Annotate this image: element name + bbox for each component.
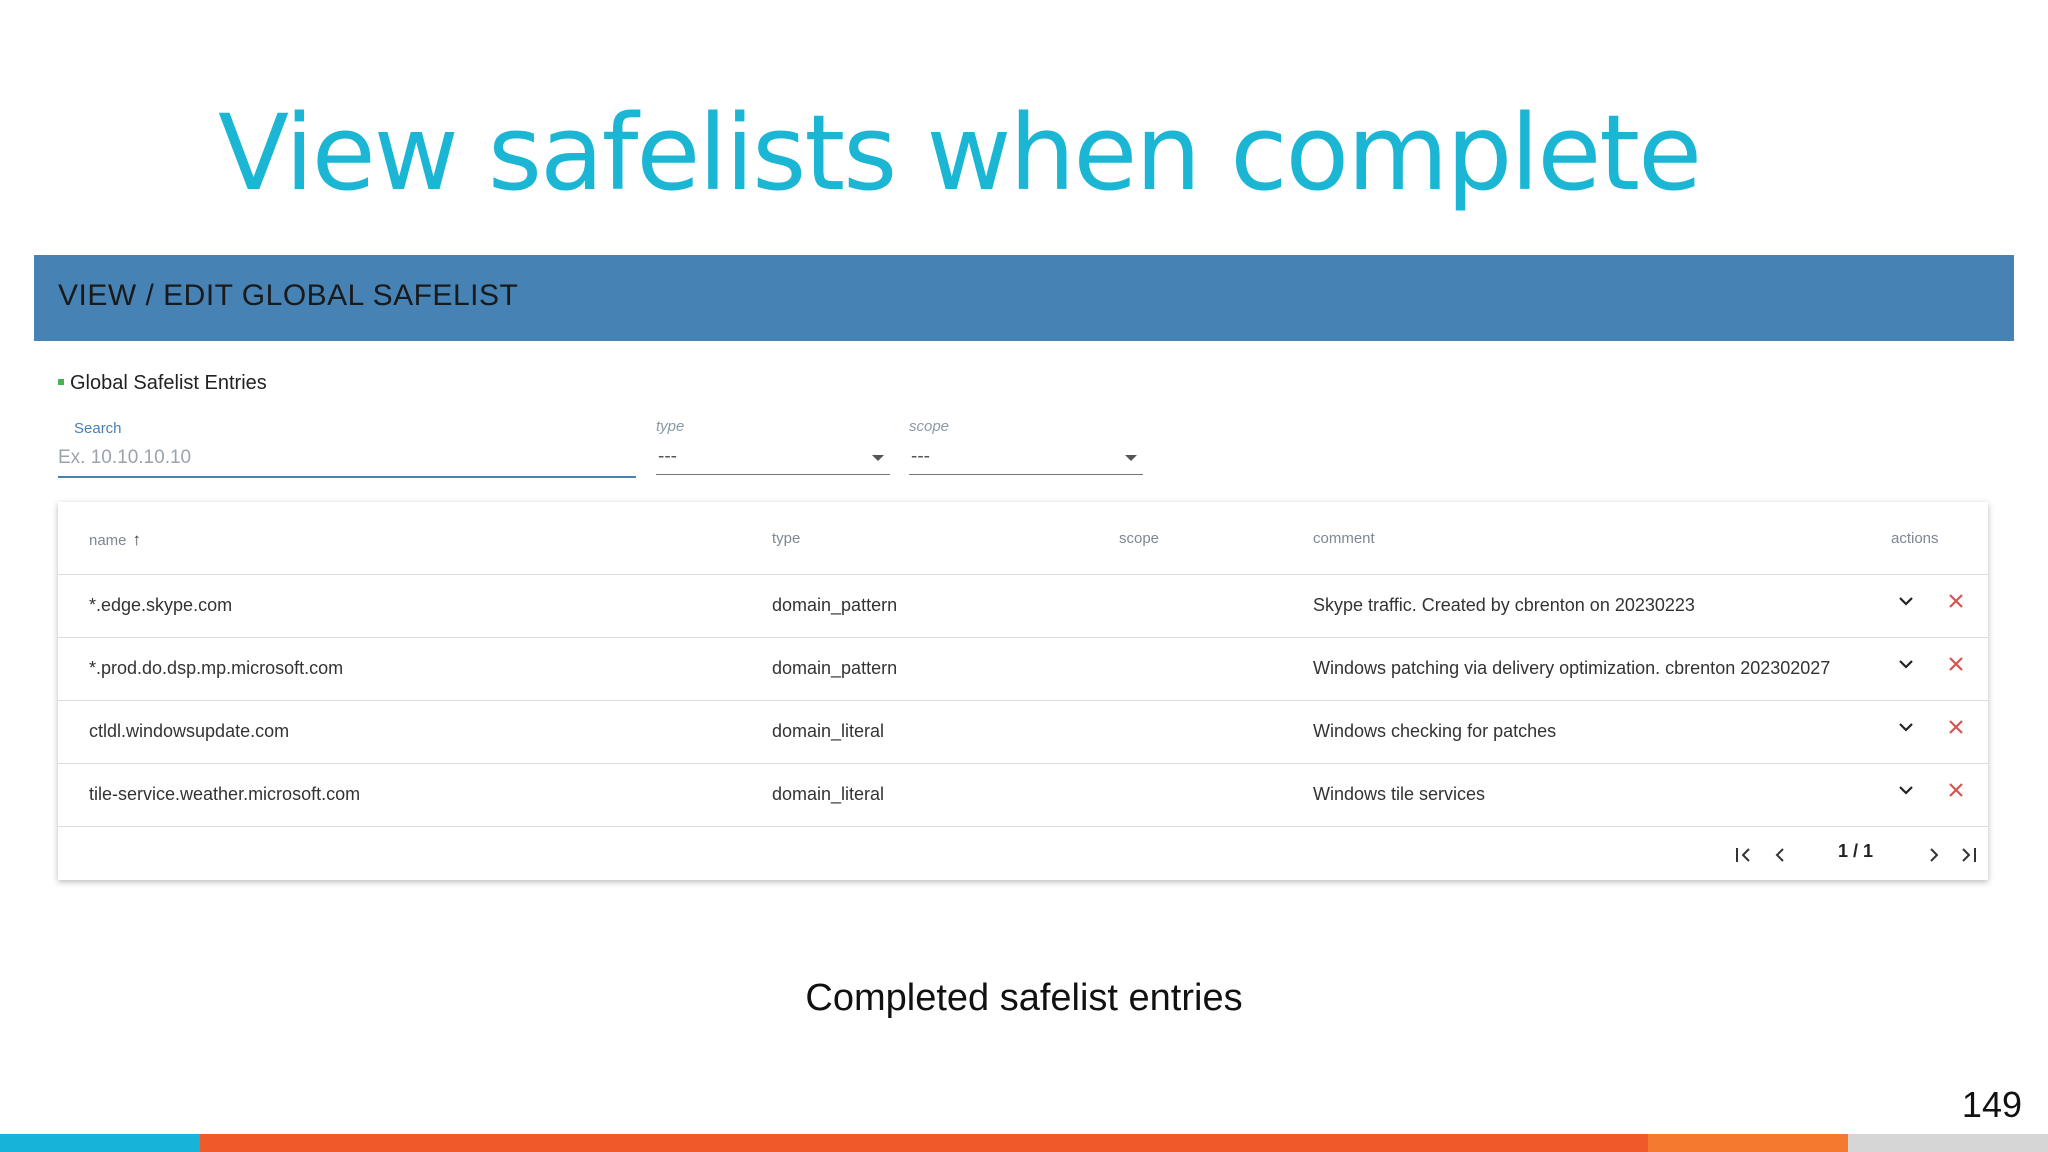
previous-page-icon[interactable]	[1768, 843, 1792, 867]
search-label: Search	[74, 420, 122, 437]
type-filter-label: type	[656, 418, 685, 435]
column-header-actions: actions	[1891, 530, 1939, 547]
row-type: domain_pattern	[772, 658, 898, 678]
footer-bar-gray	[1848, 1134, 2048, 1152]
safelist-table: name ↑ type scope comment actions *.edge.…	[58, 502, 1988, 880]
first-page-icon[interactable]	[1732, 843, 1756, 867]
panel-header: VIEW / EDIT GLOBAL SAFELIST	[34, 255, 2014, 341]
row-name: *.prod.do.dsp.mp.microsoft.com	[89, 658, 344, 678]
next-page-icon[interactable]	[1922, 843, 1946, 867]
slide-caption: Completed safelist entries	[805, 977, 1243, 1019]
bullet-icon	[58, 378, 64, 385]
expand-chevron-icon[interactable]	[1896, 780, 1920, 804]
column-header-scope[interactable]: scope	[1119, 530, 1159, 547]
row-type: domain_literal	[772, 721, 885, 741]
row-type: domain_pattern	[772, 595, 898, 615]
scope-filter-value: ---	[911, 446, 930, 467]
row-type: domain_literal	[772, 784, 885, 804]
scope-filter-select[interactable]: ---	[909, 440, 1143, 475]
table-row: *.prod.do.dsp.mp.microsoft.com domain_pa…	[58, 637, 1988, 701]
column-header-name-label: name	[89, 532, 127, 549]
pagination-indicator: 1 / 1	[1838, 841, 1874, 861]
footer-bar-orange-light	[1648, 1134, 1848, 1152]
expand-chevron-icon[interactable]	[1896, 591, 1920, 615]
sort-ascending-icon[interactable]: ↑	[133, 530, 142, 549]
row-name: *.edge.skype.com	[89, 595, 233, 615]
delete-x-icon[interactable]	[1944, 778, 1968, 802]
caret-down-icon	[1125, 455, 1137, 461]
table-row: tile-service.weather.microsoft.com domai…	[58, 763, 1988, 827]
scope-filter-label: scope	[909, 418, 950, 435]
table-footer: 1 / 1	[58, 826, 1988, 881]
last-page-icon[interactable]	[1956, 843, 1980, 867]
section-label-text: Global Safelist Entries	[70, 372, 267, 394]
row-comment: Windows checking for patches	[1313, 721, 1557, 741]
row-comment: Windows tile services	[1313, 784, 1486, 804]
row-comment: Skype traffic. Created by cbrenton on 20…	[1313, 595, 1695, 615]
table-row: *.edge.skype.com domain_pattern Skype tr…	[58, 574, 1988, 638]
row-name: ctldl.windowsupdate.com	[89, 721, 290, 741]
column-header-type[interactable]: type	[772, 530, 800, 547]
delete-x-icon[interactable]	[1944, 652, 1968, 676]
column-header-comment[interactable]: comment	[1313, 530, 1375, 547]
type-filter-value: ---	[658, 446, 677, 467]
expand-chevron-icon[interactable]	[1896, 654, 1920, 678]
footer-bar-orange	[200, 1134, 1648, 1152]
section-label: Global Safelist Entries	[58, 372, 267, 395]
footer-bar-cyan	[0, 1134, 200, 1152]
type-filter-select[interactable]: ---	[656, 440, 890, 475]
search-input[interactable]	[58, 440, 636, 478]
delete-x-icon[interactable]	[1944, 715, 1968, 739]
delete-x-icon[interactable]	[1944, 589, 1968, 613]
column-header-name[interactable]: name ↑	[89, 530, 141, 550]
row-name: tile-service.weather.microsoft.com	[89, 784, 361, 804]
row-comment: Windows patching via delivery optimizati…	[1313, 658, 1831, 678]
slide-title: View safelists when complete	[218, 92, 1702, 214]
table-row: ctldl.windowsupdate.com domain_literal W…	[58, 700, 1988, 764]
panel-header-title: VIEW / EDIT GLOBAL SAFELIST	[58, 279, 519, 312]
page-number: 149	[1961, 1084, 2022, 1125]
expand-chevron-icon[interactable]	[1896, 717, 1920, 741]
caret-down-icon	[872, 455, 884, 461]
